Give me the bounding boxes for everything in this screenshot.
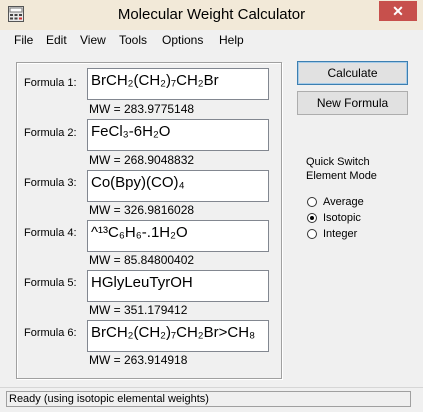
menu-tools[interactable]: Tools	[119, 33, 147, 47]
formula-3-input[interactable]: Co(Bpy)(CO)₄	[87, 170, 269, 202]
formula-3-label: Formula 3:	[24, 177, 77, 189]
radio-integer-indicator[interactable]	[307, 229, 317, 240]
app-window: Molecular Weight Calculator ✕ File Edit …	[0, 0, 423, 412]
formula-4-input[interactable]: ^¹³C₆H₆-.1H₂O	[87, 220, 269, 252]
formula-5-label: Formula 5:	[24, 277, 77, 289]
formula-1-input[interactable]: BrCH₂(CH₂)₇CH₂Br	[87, 68, 269, 100]
formula-6-input[interactable]: BrCH₂(CH₂)₇CH₂Br>CH₈	[87, 320, 269, 352]
menu-help[interactable]: Help	[219, 33, 244, 47]
formula-1-mw: MW = 283.9775148	[89, 102, 195, 116]
formula-5-input[interactable]: HGlyLeuTyrOH	[87, 270, 269, 302]
radio-average-indicator[interactable]	[307, 197, 317, 208]
formula-2-input[interactable]: FeCl₃-6H₂O	[87, 119, 269, 151]
quick-switch-title-line-2: Element Mode	[306, 170, 377, 182]
formula-2-label: Formula 2:	[24, 127, 77, 139]
quick-switch-title-line-1: Quick Switch	[306, 156, 370, 168]
menu-bar: File Edit View Tools Options Help	[0, 30, 423, 50]
title-bar: Molecular Weight Calculator ✕	[0, 0, 423, 30]
close-button[interactable]: ✕	[379, 1, 417, 21]
radio-average-label: Average	[323, 196, 364, 208]
menu-edit[interactable]: Edit	[46, 33, 67, 47]
formula-3-mw: MW = 326.9816028	[89, 203, 195, 217]
menu-file[interactable]: File	[14, 33, 33, 47]
window-title: Molecular Weight Calculator	[117, 6, 306, 23]
formula-4-mw: MW = 85.84800402	[89, 253, 195, 267]
new-formula-button[interactable]: New Formula	[297, 91, 408, 115]
formula-1-label: Formula 1:	[24, 77, 77, 89]
menu-options[interactable]: Options	[162, 33, 203, 47]
radio-isotopic-indicator[interactable]	[307, 213, 317, 224]
formula-6-mw: MW = 263.914918	[89, 353, 188, 367]
calculate-button[interactable]: Calculate	[297, 61, 408, 85]
status-text: Ready (using isotopic elemental weights)	[6, 391, 411, 407]
formula-4-label: Formula 4:	[24, 227, 77, 239]
radio-integer-label: Integer	[323, 228, 358, 240]
quick-switch-heading: Quick Switch Element Mode	[306, 155, 406, 183]
radio-isotopic[interactable]: Isotopic	[307, 212, 361, 224]
radio-isotopic-label: Isotopic	[323, 212, 361, 224]
formula-2-mw: MW = 268.9048832	[89, 153, 195, 167]
formula-5-mw: MW = 351.179412	[89, 303, 188, 317]
radio-average[interactable]: Average	[307, 196, 364, 208]
radio-integer[interactable]: Integer	[307, 228, 357, 240]
formula-6-label: Formula 6:	[24, 327, 77, 339]
status-bar: Ready (using isotopic elemental weights)	[0, 387, 423, 412]
menu-view[interactable]: View	[80, 33, 106, 47]
